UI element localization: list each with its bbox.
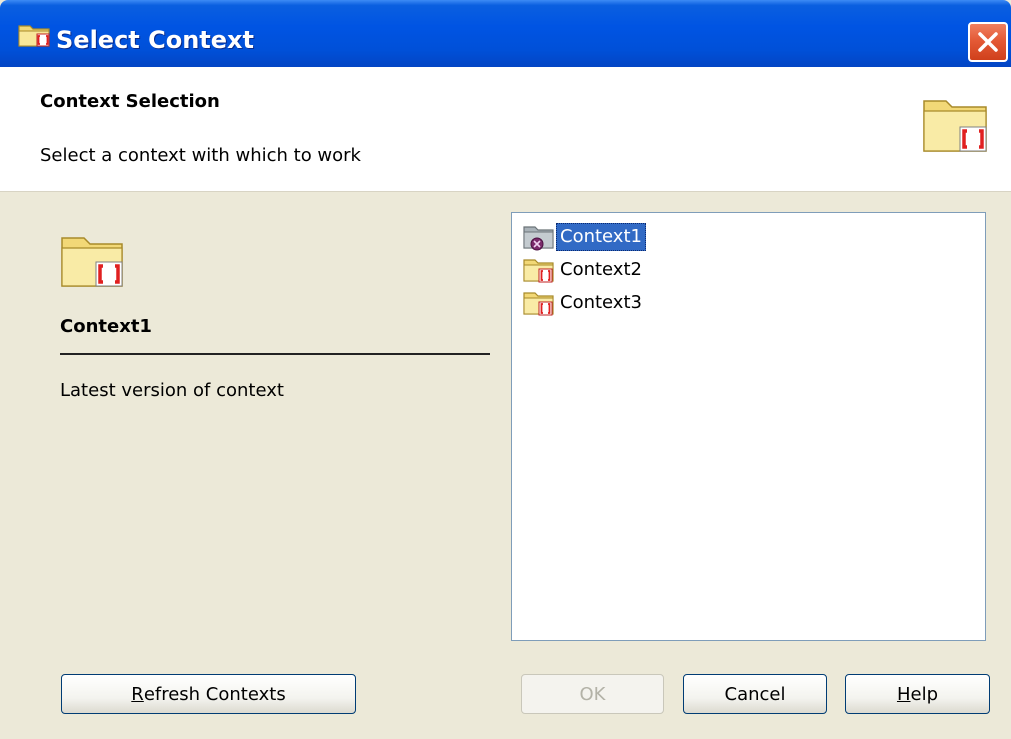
cancel-label: Cancel — [724, 683, 786, 705]
context-folder-icon — [523, 292, 554, 316]
context-folder-icon — [18, 25, 50, 47]
context-folder-icon — [61, 237, 123, 287]
list-item-context3[interactable]: Context3 — [522, 287, 646, 319]
close-icon — [978, 32, 998, 52]
selected-context-description: Latest version of context — [60, 380, 284, 401]
context-label: Context2 — [560, 259, 642, 280]
list-item-context2[interactable]: Context2 — [522, 254, 646, 286]
refresh-contexts-button[interactable]: Refresh Contexts — [61, 674, 356, 714]
divider — [60, 353, 490, 355]
cancel-button[interactable]: Cancel — [683, 674, 827, 714]
select-context-dialog: Select Context Context Selection Select … — [0, 0, 1011, 739]
title-bar[interactable]: Select Context — [0, 0, 1011, 67]
window-title: Select Context — [56, 26, 255, 54]
context-list[interactable]: Context1 Context2 Context3 — [511, 212, 986, 641]
help-mnemonic: H — [896, 683, 911, 705]
ok-label: OK — [579, 683, 606, 705]
context-folder-icon — [523, 259, 554, 283]
ok-button[interactable]: OK — [521, 674, 664, 714]
context-label: Context1 — [556, 223, 646, 251]
context-folder-icon — [923, 100, 987, 152]
refresh-mnemonic: R — [131, 683, 144, 705]
selected-context-name: Context1 — [60, 316, 152, 337]
help-button[interactable]: Help — [845, 674, 990, 714]
header-subtitle: Select a context with which to work — [40, 145, 361, 166]
help-label: elp — [910, 683, 939, 705]
list-item-context1[interactable]: Context1 — [522, 221, 646, 253]
context-label: Context3 — [560, 292, 642, 313]
header-title: Context Selection — [40, 91, 220, 112]
close-button[interactable] — [968, 22, 1008, 62]
active-context-folder-icon — [523, 226, 554, 251]
header-panel: Context Selection Select a context with … — [0, 67, 1011, 192]
refresh-label: efresh Contexts — [143, 683, 286, 705]
